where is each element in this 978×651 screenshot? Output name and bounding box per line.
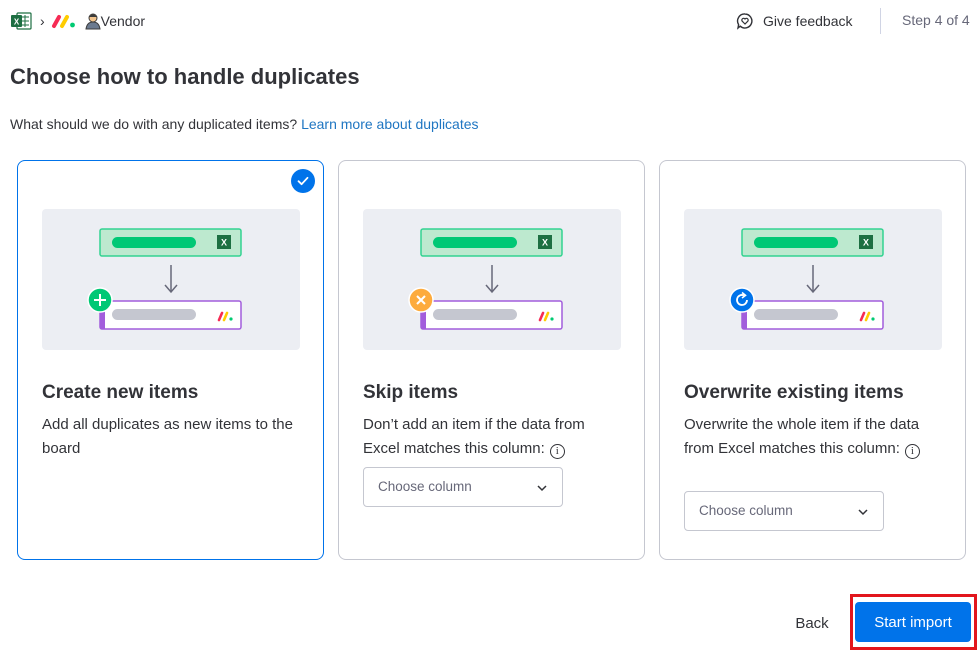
option-description: Overwrite the whole item if the data fro…	[684, 416, 920, 457]
option-title: Overwrite existing items	[684, 382, 904, 403]
monday-logo-icon	[51, 13, 77, 29]
option-description-wrap: Overwrite the whole item if the data fro…	[684, 413, 946, 461]
svg-text:X: X	[863, 238, 869, 248]
skip-column-select[interactable]: Choose column	[363, 467, 563, 507]
divider	[880, 8, 881, 34]
option-title: Create new items	[42, 382, 199, 403]
info-icon[interactable]: i	[904, 444, 920, 459]
give-feedback-button[interactable]: Give feedback	[736, 9, 853, 33]
option-title: Skip items	[363, 382, 459, 403]
option-card-create-new[interactable]: X Create new items Add all duplicates as…	[17, 160, 324, 560]
chevron-down-icon	[858, 509, 868, 516]
create-illustration: X	[42, 209, 300, 350]
vendor-person-icon	[85, 12, 101, 30]
excel-icon: X	[10, 11, 32, 31]
give-feedback-label: Give feedback	[763, 13, 853, 29]
subtitle-text: What should we do with any duplicated it…	[10, 116, 298, 132]
board-name[interactable]: Vendor	[101, 11, 145, 31]
overwrite-column-select[interactable]: Choose column	[684, 491, 884, 531]
option-card-skip[interactable]: X Skip items Don’t add an item if the da…	[338, 160, 645, 560]
breadcrumb: X › Vendor	[10, 10, 145, 32]
start-import-button[interactable]: Start import	[855, 602, 971, 642]
step-indicator: Step 4 of 4	[902, 12, 970, 28]
selected-check-icon	[291, 169, 315, 193]
svg-text:X: X	[542, 238, 548, 248]
overwrite-illustration: X	[684, 209, 942, 350]
select-placeholder: Choose column	[699, 503, 793, 518]
chevron-right-icon: ›	[40, 13, 45, 29]
back-button[interactable]: Back	[781, 604, 843, 642]
top-bar: X › Vendor Give feedback Step 4 of 4	[0, 0, 978, 42]
option-description-wrap: Don’t add an item if the data from Excel…	[363, 413, 625, 461]
page-subtitle: What should we do with any duplicated it…	[10, 116, 479, 132]
feedback-chat-icon	[736, 13, 753, 30]
info-icon[interactable]: i	[549, 444, 565, 459]
option-card-overwrite[interactable]: X Overwrite existing items Overwrite the…	[659, 160, 966, 560]
select-placeholder: Choose column	[378, 479, 472, 494]
page-title: Choose how to handle duplicates	[10, 64, 360, 89]
chevron-down-icon	[537, 485, 547, 492]
option-description: Add all duplicates as new items to the b…	[42, 416, 293, 457]
svg-text:X: X	[14, 18, 20, 27]
svg-text:X: X	[221, 238, 227, 248]
learn-more-link[interactable]: Learn more about duplicates	[301, 116, 478, 132]
skip-illustration: X	[363, 209, 621, 350]
